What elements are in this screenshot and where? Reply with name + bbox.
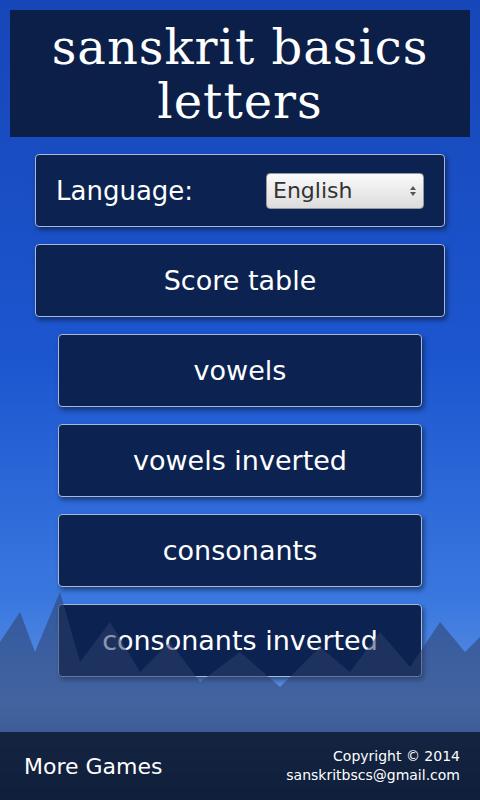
copyright-text: Copyright © 2014: [286, 747, 460, 766]
main-menu: Language: English Score table vowels vowels …: [0, 154, 480, 732]
menu-button[interactable]: consonants: [58, 514, 422, 587]
language-label: Language:: [56, 176, 193, 206]
title-line: sanskrit basics: [52, 20, 429, 74]
language-select[interactable]: English: [266, 173, 424, 209]
menu-button[interactable]: vowels: [58, 334, 422, 407]
copyright: Copyright © 2014sanskritbscs@gmail.com: [286, 747, 460, 785]
score-table-button[interactable]: Score table: [35, 244, 445, 317]
menu-button[interactable]: consonants inverted: [58, 604, 422, 677]
menu-button[interactable]: vowels inverted: [58, 424, 422, 497]
more-games-link[interactable]: More Games: [24, 754, 163, 779]
dropdown-arrows-icon: [409, 184, 417, 198]
language-row: Language: English: [35, 154, 445, 227]
contact-email: sanskritbscs@gmail.com: [286, 766, 460, 785]
title-line: letters: [157, 74, 322, 128]
footer-bar: More Games Copyright © 2014sanskritbscs@g…: [0, 732, 480, 800]
language-value: English: [273, 178, 352, 203]
title-banner: sanskrit basicsletters: [10, 10, 470, 137]
